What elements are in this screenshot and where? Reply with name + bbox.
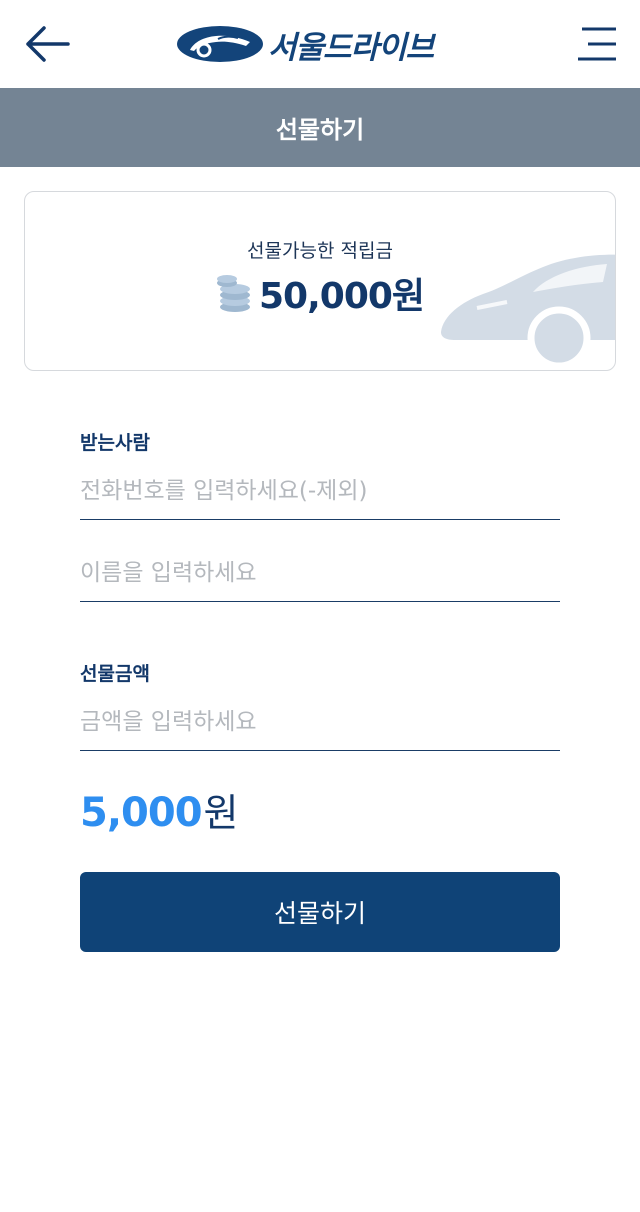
coins-icon <box>217 275 250 312</box>
phone-input[interactable] <box>80 463 560 519</box>
amount-field-wrapper <box>80 694 560 751</box>
hamburger-menu-icon <box>578 27 616 61</box>
arrow-left-icon <box>26 26 70 62</box>
send-gift-button[interactable]: 선물하기 <box>80 872 560 952</box>
available-points-card: 선물가능한 적립금 50,000원 <box>24 191 616 371</box>
recipient-label: 받는사람 <box>80 432 150 454</box>
gift-amount-label: 선물금액 <box>80 663 150 685</box>
gift-amount-unit: 원 <box>203 791 239 835</box>
page-title-bar: 선물하기 <box>0 88 640 167</box>
brand-logo: 서울드라이브 <box>176 22 466 66</box>
name-input[interactable] <box>80 545 560 601</box>
gift-amount-value: 5,000 <box>80 790 203 836</box>
points-label: 선물가능한 적립금 <box>247 240 393 262</box>
logo-text: 서울드라이브 <box>268 29 434 66</box>
amount-input[interactable] <box>80 694 560 750</box>
car-logo-icon <box>177 26 263 62</box>
phone-field-wrapper <box>80 463 560 520</box>
page-title: 선물하기 <box>275 116 365 144</box>
back-button[interactable] <box>22 24 72 64</box>
menu-button[interactable] <box>576 26 618 62</box>
app-header: 서울드라이브 <box>0 0 640 88</box>
points-amount-row: 50,000원 <box>215 268 425 318</box>
gift-amount-display: 5,000 원 <box>80 782 239 838</box>
name-field-wrapper <box>80 545 560 602</box>
points-amount: 50,000원 <box>259 276 425 317</box>
car-illustration-icon <box>441 254 615 370</box>
